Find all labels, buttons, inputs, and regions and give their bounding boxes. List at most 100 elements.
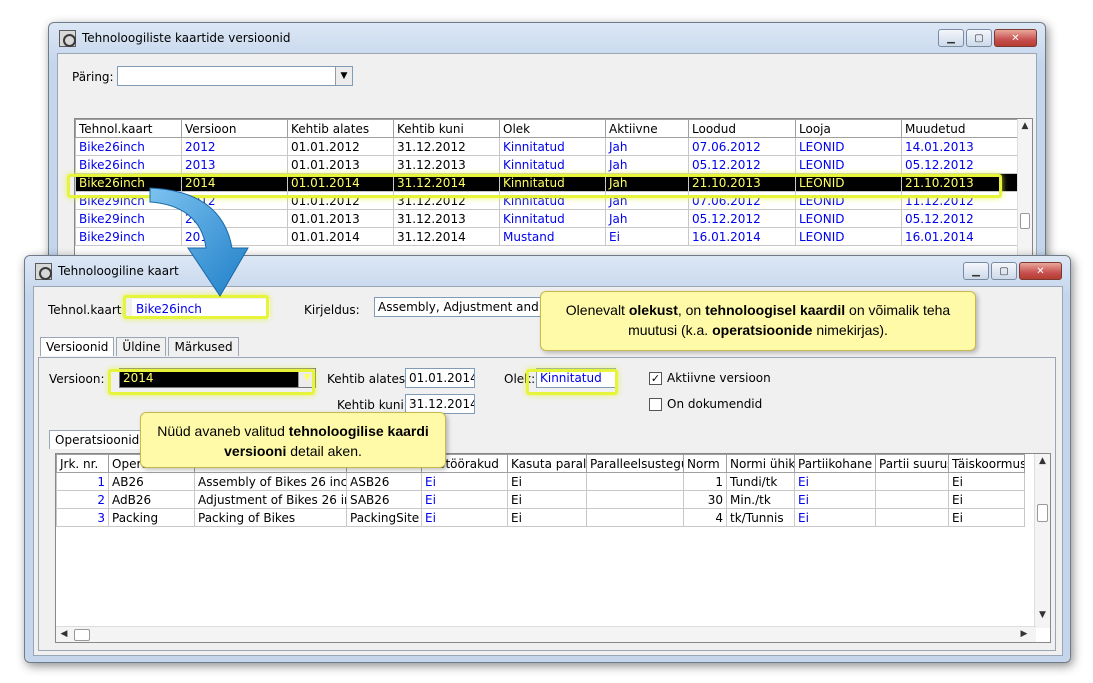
operations-vscrollbar[interactable]: ▲ ▼ <box>1034 454 1050 628</box>
column-header[interactable]: Muudetud <box>901 119 1020 138</box>
column-header[interactable]: Tehnol.kaart <box>75 119 182 138</box>
close-button[interactable]: ✕ <box>994 29 1037 47</box>
table-row[interactable]: Bike26inch 2013 01.01.2013 31.12.2013 Kinnit… <box>75 155 1020 174</box>
table-row[interactable]: 2AdB26Adjustment of Bikes 26 inchSAB26Ei… <box>56 490 1025 509</box>
column-header[interactable]: Paralleelsustegur <box>586 454 684 473</box>
operations-grid-wrap: Jrk. nr.OperatsioonNimetusKohtTöötööraku… <box>55 453 1051 643</box>
scroll-left-icon[interactable]: ◀ <box>58 629 70 639</box>
tab-uldine[interactable]: Üldine <box>116 337 167 356</box>
status-label: Olek: <box>504 372 536 386</box>
minimize-button[interactable]: ▁ <box>938 29 964 47</box>
column-header[interactable]: Kasuta parall. <box>507 454 587 473</box>
chevron-down-icon[interactable]: ▼ <box>298 369 315 387</box>
table-cell: Assembly of Bikes 26 inch <box>194 472 347 491</box>
table-cell: Bike26inch <box>75 155 182 174</box>
scroll-up-icon[interactable]: ▲ <box>1018 121 1032 131</box>
table-cell: Kinnitatud <box>499 209 606 228</box>
tab-markused[interactable]: Märkused <box>168 337 239 356</box>
table-cell: tk/Tunnis <box>726 508 795 527</box>
version-label: Versioon: <box>49 372 105 386</box>
table-cell: Ei <box>605 227 689 246</box>
table-cell: LEONID <box>795 209 902 228</box>
table-cell: SAB26 <box>346 490 422 509</box>
status-callout: Olenevalt olekust, on tehnoloogisel kaar… <box>540 291 976 351</box>
minimize-button[interactable]: ▁ <box>963 262 989 280</box>
table-cell: 07.06.2012 <box>688 191 796 210</box>
query-combobox[interactable]: ▼ <box>117 66 353 86</box>
table-cell <box>586 508 684 527</box>
table-cell: 01.01.2013 <box>287 155 394 174</box>
maximize-button[interactable]: ▢ <box>991 262 1017 280</box>
table-cell: Ei <box>421 508 508 527</box>
checkmark-icon: ✓ <box>649 372 662 385</box>
versions-window-title: Tehnoloogiliste kaartide versioonid <box>82 31 291 45</box>
column-header[interactable]: Olek <box>499 119 606 138</box>
chevron-down-icon[interactable]: ▼ <box>335 67 352 85</box>
table-cell: 4 <box>683 508 727 527</box>
empty-checkbox-icon <box>649 398 662 411</box>
table-cell: 07.06.2012 <box>688 137 796 156</box>
table-row[interactable]: 3 Packing Packing of Bikes PackingSite Ei Ei 4… <box>56 508 1025 527</box>
table-cell: Ei <box>948 490 1025 509</box>
scroll-thumb[interactable] <box>1037 504 1048 522</box>
versions-window-titlebar[interactable]: Tehnoloogiliste kaartide versioonid <box>49 23 1045 53</box>
scroll-up-icon[interactable]: ▲ <box>1035 456 1050 466</box>
valid-from-label: Kehtib alates: <box>327 372 410 386</box>
scroll-down-icon[interactable]: ▼ <box>1035 610 1050 620</box>
table-cell: 30 <box>683 490 727 509</box>
has-documents-checkbox[interactable]: On dokumendid <box>649 397 762 411</box>
valid-to-field[interactable]: 31.12.2014 <box>405 394 475 414</box>
table-cell: Jah <box>605 209 689 228</box>
table-cell: Ei <box>507 472 587 491</box>
table-cell: 21.10.2013 <box>688 173 796 192</box>
query-label: Päring: <box>72 70 114 84</box>
hscroll-thumb[interactable] <box>74 629 90 641</box>
table-cell: 31.12.2013 <box>393 155 500 174</box>
column-header[interactable]: Partiikohane <box>794 454 876 473</box>
table-cell: Ei <box>421 490 508 509</box>
column-header[interactable]: Kehtib alates <box>287 119 394 138</box>
scroll-thumb[interactable] <box>1020 213 1030 229</box>
column-header[interactable]: Aktiivne <box>605 119 689 138</box>
column-header[interactable]: Looja <box>795 119 902 138</box>
maximize-button[interactable]: ▢ <box>966 29 992 47</box>
status-field[interactable]: Kinnitatud <box>536 368 616 388</box>
column-header[interactable]: Jrk. nr. <box>56 454 109 473</box>
tab-operatsioonid[interactable]: Operatsioonid <box>49 430 146 449</box>
table-cell: Packing <box>108 508 195 527</box>
column-header[interactable]: Norm <box>683 454 727 473</box>
table-row[interactable]: Bike26inch 2012 01.01.2012 31.12.2012 Kinnit… <box>75 137 1020 156</box>
table-cell: 31.12.2014 <box>393 173 500 192</box>
column-header[interactable]: Täiskoormus <box>948 454 1025 473</box>
table-cell: 31.12.2012 <box>393 137 500 156</box>
close-button[interactable]: ✕ <box>1019 262 1062 280</box>
versions-header-row: Tehnol.kaart Versioon Kehtib alates Kehtib … <box>75 119 1020 138</box>
column-header[interactable]: Versioon <box>181 119 288 138</box>
table-cell: 31.12.2014 <box>393 227 500 246</box>
app-icon <box>59 29 76 47</box>
column-header[interactable]: Normi ühik <box>726 454 795 473</box>
version-combobox[interactable]: 2014 ▼ <box>119 368 316 388</box>
version-value: 2014 <box>123 371 154 385</box>
valid-from-field[interactable]: 01.01.2014 <box>405 368 475 388</box>
operations-hscrollbar[interactable]: ◀ ▶ <box>56 626 1036 642</box>
table-cell: 01.01.2012 <box>287 191 394 210</box>
table-cell: Jah <box>605 191 689 210</box>
table-cell: Ei <box>507 508 587 527</box>
has-documents-label: On dokumendid <box>667 397 763 411</box>
column-header[interactable]: Loodud <box>688 119 796 138</box>
main-tabs: Versioonid Üldine Märkused <box>40 337 241 356</box>
table-cell: 1 <box>683 472 727 491</box>
column-header[interactable]: Kehtib kuni <box>393 119 500 138</box>
table-cell <box>875 490 949 509</box>
column-header[interactable]: Partii suurus <box>875 454 949 473</box>
valid-to-value: 31.12.2014 <box>409 397 475 411</box>
table-cell: Kinnitatud <box>499 173 606 192</box>
arrow-icon <box>149 187 249 297</box>
table-row[interactable]: 1 AB26 Assembly of Bikes 26 inch ASB26 Ei Ei 1… <box>56 472 1025 491</box>
version-callout-text: Nüüd avaneb valitud tehnoloogilise kaard… <box>157 423 429 459</box>
scroll-right-icon[interactable]: ▶ <box>1018 629 1030 639</box>
table-cell: 16.01.2014 <box>901 227 1020 246</box>
active-version-checkbox[interactable]: ✓ Aktiivne versioon <box>649 371 771 385</box>
tab-versioonid[interactable]: Versioonid <box>40 337 115 356</box>
